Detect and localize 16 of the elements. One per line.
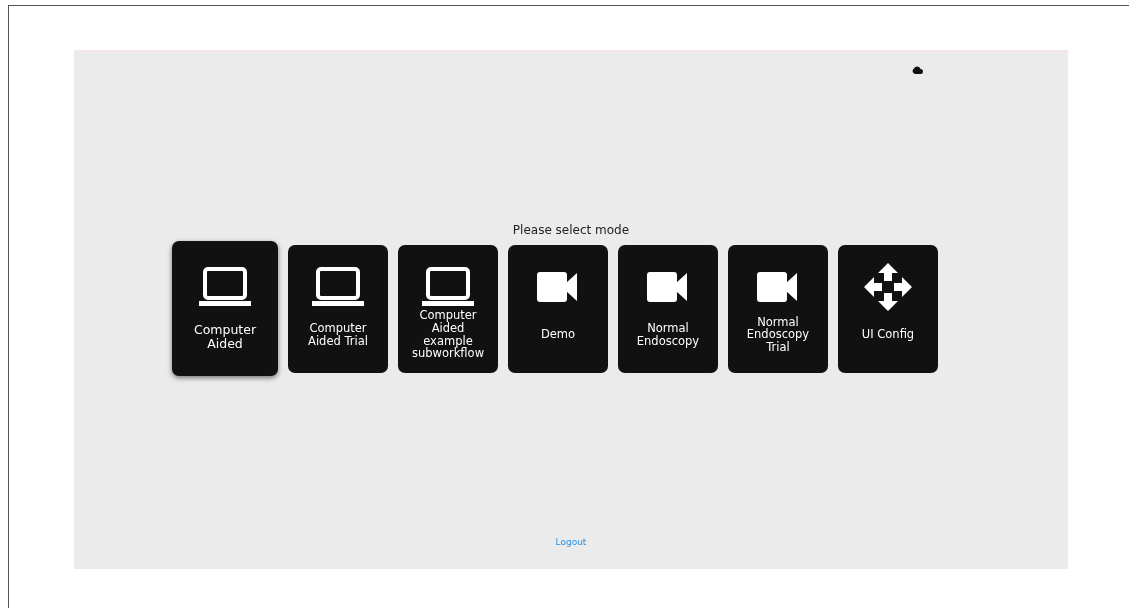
video-camera-icon (647, 271, 689, 302)
mode-button[interactable]: Demo (508, 244, 608, 373)
mode-button[interactable]: Computer Aided (172, 241, 278, 376)
laptop-icon (199, 267, 251, 307)
mode-button[interactable]: Normal Endoscopy Trial (728, 244, 828, 373)
mode-prompt: Please select mode (512, 223, 630, 237)
video-camera-icon (537, 271, 579, 302)
mode-button[interactable]: Computer Aided Trial (288, 244, 388, 373)
mode-button[interactable]: Computer Aided example subworkflow (398, 244, 498, 373)
mode-button[interactable]: Normal Endoscopy (618, 244, 718, 373)
cloud-icon (912, 66, 923, 74)
move-arrows-icon (864, 262, 912, 311)
laptop-icon (422, 266, 474, 307)
video-camera-icon (757, 271, 799, 302)
laptop-icon (312, 266, 364, 307)
mode-button[interactable]: UI Config (838, 244, 938, 373)
